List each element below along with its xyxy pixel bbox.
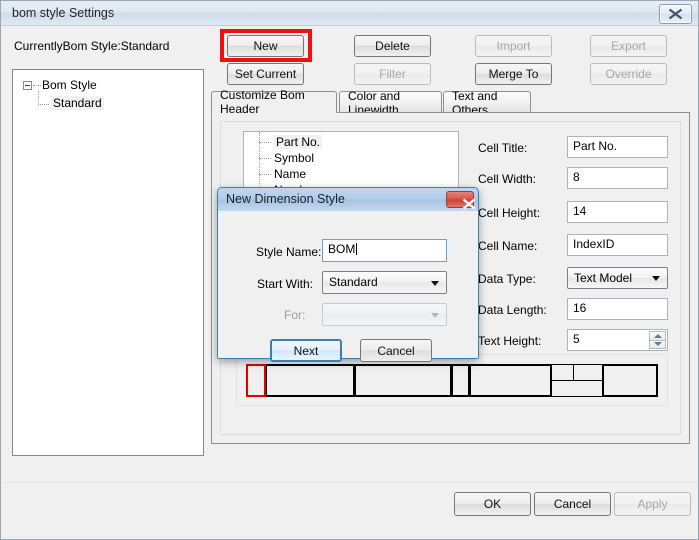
window-title: bom style Settings (12, 6, 115, 20)
preview-cell[interactable] (551, 380, 603, 397)
dialog-title: New Dimension Style (226, 192, 345, 206)
cell-height-input[interactable]: 14 (567, 201, 668, 223)
cell-title-label: Cell Title: (478, 141, 528, 155)
cell-width-input[interactable]: 8 (567, 167, 668, 189)
cell-name-label: Cell Name: (478, 239, 538, 253)
data-type-value: Text Model (574, 271, 633, 285)
import-button: Import (475, 35, 552, 57)
chevron-down-icon (431, 312, 439, 318)
bom-preview-grid[interactable] (246, 364, 658, 397)
window-close-button[interactable] (659, 4, 692, 24)
preview-cell[interactable] (602, 364, 658, 397)
tree-connector (33, 85, 41, 86)
set-current-button[interactable]: Set Current (227, 63, 304, 85)
dialog-body: Style Name: BOM Start With: Standard For… (218, 211, 478, 362)
start-with-value: Standard (329, 275, 378, 289)
data-type-label: Data Type: (478, 272, 536, 286)
preview-cell[interactable] (451, 364, 470, 397)
start-with-combo[interactable]: Standard (322, 271, 447, 294)
bom-style-settings-window: bom style Settings CurrentlyBom Style:St… (0, 0, 699, 540)
tab-customize-bom-header[interactable]: Customize Bom Header (211, 88, 337, 116)
style-name-value: BOM (328, 242, 356, 256)
list-item[interactable]: Symbol (274, 151, 314, 165)
new-dimension-style-dialog: New Dimension Style Style Name: BOM Star… (217, 187, 479, 362)
list-connector (259, 174, 271, 175)
text-height-label: Text Height: (478, 334, 542, 348)
cell-width-label: Cell Width: (478, 172, 537, 186)
cell-title-input[interactable]: Part No. (567, 136, 668, 158)
text-height-value: 5 (573, 332, 580, 346)
delete-button[interactable]: Delete (354, 35, 431, 57)
tree-item-standard-label: Standard (51, 96, 104, 110)
bom-header-items-list[interactable]: Part No. Symbol Name Number (243, 131, 459, 194)
window-titlebar: bom style Settings (1, 1, 698, 26)
tree-connector (38, 104, 49, 105)
dialog-cancel-button[interactable]: Cancel (360, 339, 432, 362)
list-item[interactable]: Name (274, 167, 306, 181)
style-name-label: Style Name: (256, 245, 322, 259)
start-with-label: Start With: (257, 277, 314, 291)
data-length-label: Data Length: (478, 303, 547, 317)
chevron-down-icon (652, 276, 660, 281)
apply-button: Apply (614, 492, 691, 516)
minus-square-icon[interactable] (23, 81, 32, 90)
ok-button[interactable]: OK (454, 492, 531, 516)
tree-root-label[interactable]: Bom Style (42, 78, 97, 92)
data-type-combo[interactable]: Text Model (567, 267, 668, 289)
cell-name-input[interactable]: IndexID (567, 234, 668, 256)
merge-to-button[interactable]: Merge To (475, 63, 552, 85)
preview-cell[interactable] (265, 364, 355, 397)
tree-item-standard[interactable]: Standard (51, 96, 104, 110)
stepper-up-icon[interactable] (649, 331, 666, 340)
tab-color-and-linewidth[interactable]: Color and Linewidth (339, 89, 442, 117)
text-caret (356, 243, 358, 255)
list-connector (259, 142, 271, 143)
dialog-close-button[interactable] (446, 191, 476, 210)
tab-label: Customize Bom Header (220, 88, 305, 116)
list-item[interactable]: Part No. (274, 135, 323, 149)
override-button: Override (590, 63, 667, 85)
dialog-titlebar: New Dimension Style (218, 188, 478, 212)
next-button[interactable]: Next (270, 339, 342, 362)
preview-cell[interactable] (469, 364, 552, 397)
bom-style-tree-panel[interactable]: Bom Style Standard (12, 69, 204, 456)
preview-cell[interactable] (551, 364, 574, 381)
preview-cell-selected[interactable] (246, 364, 266, 397)
list-connector (259, 158, 271, 159)
cancel-button[interactable]: Cancel (534, 492, 611, 516)
preview-cell[interactable] (354, 364, 452, 397)
text-height-stepper[interactable] (649, 331, 666, 349)
export-button: Export (590, 35, 667, 57)
for-label: For: (284, 308, 306, 322)
preview-cell[interactable] (573, 364, 603, 381)
chevron-down-icon (431, 280, 439, 286)
tab-text-and-others[interactable]: Text and Others (443, 89, 531, 117)
for-combo (322, 303, 447, 326)
new-button[interactable]: New (227, 35, 304, 57)
stepper-down-icon[interactable] (649, 339, 666, 349)
tree-connector (38, 91, 39, 105)
data-length-input[interactable]: 16 (567, 298, 668, 320)
current-style-label: CurrentlyBom Style:Standard (14, 39, 170, 53)
style-name-input[interactable]: BOM (322, 239, 447, 262)
filter-button: Filter (354, 63, 431, 85)
list-item-label: Part No. (274, 135, 323, 149)
tab-strip: Customize Bom Header Color and Linewidth… (211, 88, 690, 117)
cell-height-label: Cell Height: (478, 206, 541, 220)
text-height-input[interactable]: 5 (567, 329, 668, 351)
